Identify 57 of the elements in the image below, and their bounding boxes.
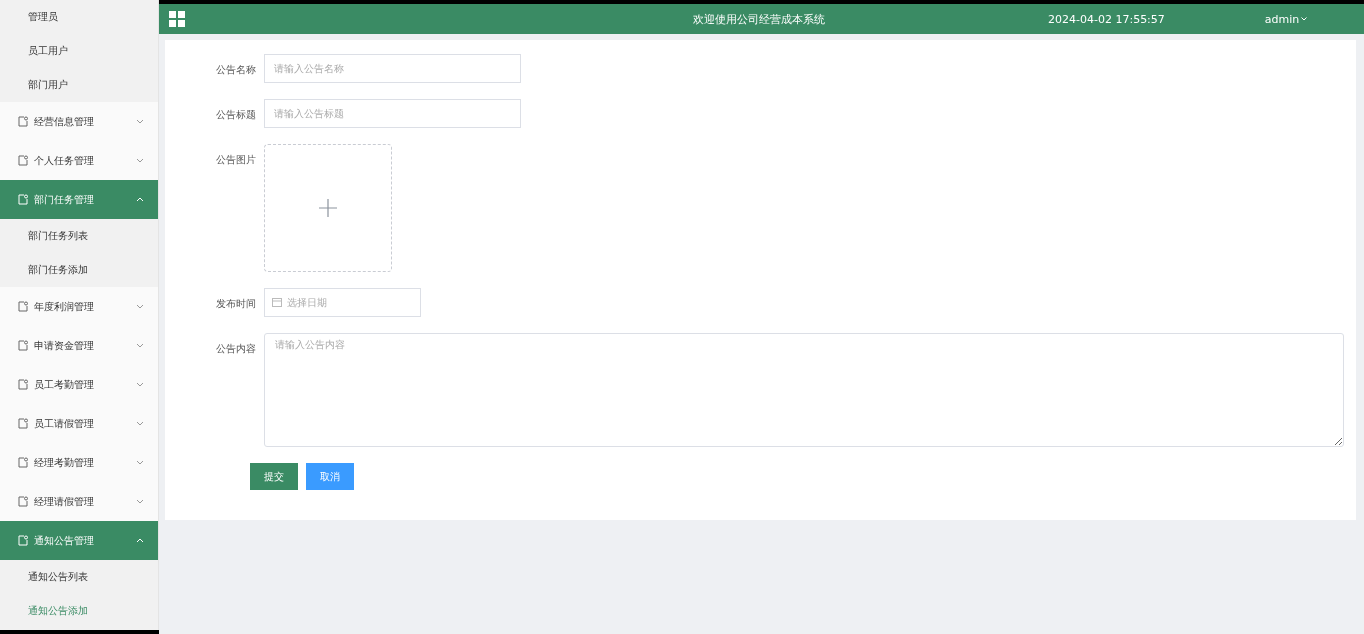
menu-label: 部门任务管理: [34, 192, 95, 207]
chevron-up-icon: [136, 197, 144, 202]
document-icon: [18, 340, 28, 351]
field-label: 发布时间: [215, 297, 256, 311]
document-icon: [18, 418, 28, 429]
system-title: 欢迎使用公司经营成本系统: [693, 11, 825, 27]
sidebar-menu[interactable]: 部门任务管理: [0, 180, 158, 219]
menu-label: 年度利润管理: [34, 299, 95, 314]
sidebar-menu[interactable]: 经营信息管理: [0, 102, 158, 141]
document-icon: [18, 496, 28, 507]
menu-label: 个人任务管理: [34, 153, 95, 168]
datetime-text: 2024-04-02 17:55:57: [1048, 12, 1165, 26]
field-label: 公告内容: [215, 342, 256, 356]
sidebar-menu[interactable]: 个人任务管理: [0, 141, 158, 180]
menu-label: 经理请假管理: [34, 494, 95, 509]
chevron-down-icon: [136, 499, 144, 504]
chevron-down-icon: [136, 382, 144, 387]
sidebar-menu[interactable]: 申请资金管理: [0, 326, 158, 365]
sidebar-menu[interactable]: 经理考勤管理: [0, 443, 158, 482]
document-icon: [18, 301, 28, 312]
text-field[interactable]: 请输入公告标题: [264, 99, 521, 128]
plus-icon: [319, 199, 337, 217]
menu-label: 通知公告管理: [34, 533, 95, 548]
field-label: 公告标题: [215, 108, 256, 122]
user-menu[interactable]: admin: [1264, 12, 1308, 26]
caret-icon: [1301, 17, 1308, 21]
menu-label: 经营信息管理: [34, 114, 95, 129]
field-label: 公告图片: [215, 153, 256, 167]
document-icon: [18, 535, 28, 546]
sidebar-menu[interactable]: 年度利润管理: [0, 287, 158, 326]
date-field[interactable]: 选择日期: [264, 288, 421, 317]
field-label: 公告名称: [215, 63, 256, 77]
submit-button[interactable]: 提交: [250, 463, 298, 490]
chevron-down-icon: [136, 158, 144, 163]
chevron-up-icon: [136, 538, 144, 543]
sidebar-menu[interactable]: 经理请假管理: [0, 482, 158, 521]
document-icon: [18, 194, 28, 205]
document-icon: [18, 379, 28, 390]
chevron-down-icon: [136, 343, 144, 348]
menu-label: 申请资金管理: [34, 338, 95, 353]
document-icon: [18, 116, 28, 127]
grid-icon[interactable]: [169, 11, 185, 27]
document-icon: [18, 155, 28, 166]
chevron-down-icon: [136, 304, 144, 309]
sidebar-menu[interactable]: 通知公告管理: [0, 521, 158, 560]
menu-label: 经理考勤管理: [34, 455, 95, 470]
menu-label: 员工请假管理: [34, 416, 95, 431]
sidebar-menu[interactable]: 员工请假管理: [0, 404, 158, 443]
chevron-down-icon: [136, 119, 144, 124]
content-textarea[interactable]: 请输入公告内容: [264, 333, 1344, 447]
sidebar-menu[interactable]: 员工考勤管理: [0, 365, 158, 404]
text-field[interactable]: 请输入公告名称: [264, 54, 521, 83]
menu-label: 员工考勤管理: [34, 377, 95, 392]
chevron-down-icon: [136, 421, 144, 426]
document-icon: [18, 457, 28, 468]
calendar-icon: [272, 298, 282, 307]
chevron-down-icon: [136, 460, 144, 465]
